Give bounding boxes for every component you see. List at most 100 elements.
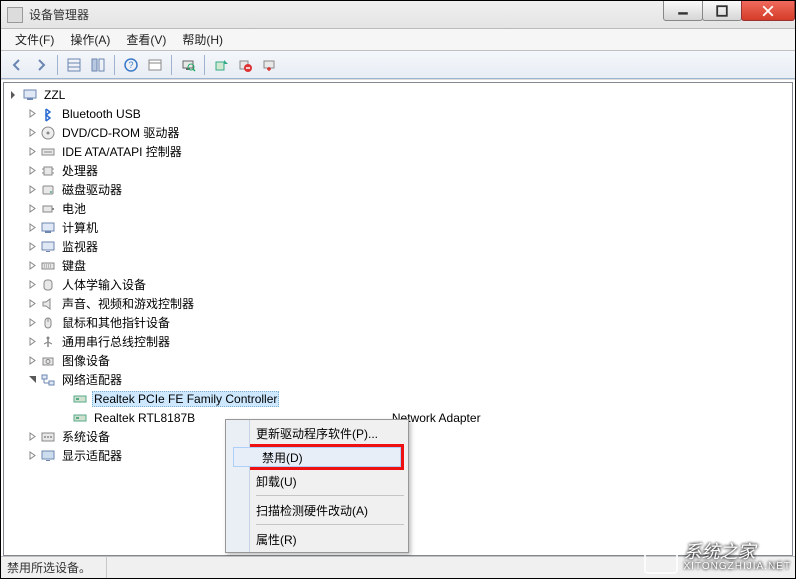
disk-icon	[40, 182, 56, 198]
titlebar: 设备管理器	[1, 1, 795, 29]
bluetooth-icon	[40, 106, 56, 122]
ctx-label: 属性(R)	[256, 531, 297, 548]
uninstall-icon[interactable]	[233, 54, 257, 76]
expand-icon[interactable]	[26, 317, 38, 329]
tree-leaf-realtek-pcie[interactable]: Realtek PCIe FE Family Controller	[8, 389, 792, 408]
ctx-properties[interactable]: 属性(R)	[228, 528, 406, 550]
ctx-update-driver[interactable]: 更新驱动程序软件(P)...	[228, 422, 406, 444]
menu-action[interactable]: 操作(A)	[62, 29, 118, 50]
node-label: 磁盘驱动器	[60, 181, 124, 198]
tree-node[interactable]: IDE ATA/ATAPI 控制器	[8, 142, 792, 161]
node-label: Bluetooth USB	[60, 107, 143, 121]
ctx-disable[interactable]: 禁用(D)	[233, 447, 401, 467]
disc-icon	[40, 125, 56, 141]
node-label: IDE ATA/ATAPI 控制器	[60, 143, 184, 160]
node-label: 键盘	[60, 257, 88, 274]
scan-hardware-icon[interactable]	[176, 54, 200, 76]
window-title: 设备管理器	[29, 6, 664, 23]
tree-node[interactable]: 声音、视频和游戏控制器	[8, 294, 792, 313]
nav-forward-button[interactable]	[29, 54, 53, 76]
node-label: DVD/CD-ROM 驱动器	[60, 124, 181, 141]
expand-icon[interactable]	[26, 203, 38, 215]
update-driver-icon[interactable]	[209, 54, 233, 76]
node-label: 鼠标和其他指针设备	[60, 314, 172, 331]
node-label: 系统设备	[60, 428, 112, 445]
maximize-button[interactable]	[702, 1, 742, 21]
help-icon[interactable]: ?	[119, 54, 143, 76]
expand-icon[interactable]	[26, 241, 38, 253]
menu-view[interactable]: 查看(V)	[118, 29, 174, 50]
nav-back-button[interactable]	[5, 54, 29, 76]
disable-icon[interactable]	[257, 54, 281, 76]
tree-root[interactable]: ZZL	[8, 85, 792, 104]
nic-icon	[72, 410, 88, 426]
node-label: 电池	[60, 200, 88, 217]
ctx-label: 卸载(U)	[256, 473, 297, 490]
computer-icon	[22, 87, 38, 103]
node-label: 人体学输入设备	[60, 276, 148, 293]
keyboard-icon	[40, 258, 56, 274]
collapse-icon[interactable]	[26, 374, 38, 386]
expand-icon[interactable]	[26, 260, 38, 272]
node-label: 处理器	[60, 162, 100, 179]
menu-file[interactable]: 文件(F)	[7, 29, 62, 50]
expand-icon[interactable]	[26, 146, 38, 158]
tree-node[interactable]: 图像设备	[8, 351, 792, 370]
display-icon	[40, 448, 56, 464]
expand-icon[interactable]	[26, 355, 38, 367]
tree-node[interactable]: 处理器	[8, 161, 792, 180]
tree-node[interactable]: DVD/CD-ROM 驱动器	[8, 123, 792, 142]
tree-node[interactable]: 通用串行总线控制器	[8, 332, 792, 351]
ide-icon	[40, 144, 56, 160]
tree-node[interactable]: 监视器	[8, 237, 792, 256]
view-detail-icon[interactable]	[86, 54, 110, 76]
node-label: 图像设备	[60, 352, 112, 369]
svg-text:?: ?	[128, 60, 133, 70]
statusbar: 禁用所选设备。	[1, 556, 795, 578]
expand-icon[interactable]	[26, 450, 38, 462]
network-icon	[40, 372, 56, 388]
ctx-label: 扫描检测硬件改动(A)	[256, 502, 368, 519]
node-label: 监视器	[60, 238, 100, 255]
system-icon	[40, 429, 56, 445]
close-button[interactable]	[741, 1, 795, 21]
view-list-icon[interactable]	[62, 54, 86, 76]
tree-node[interactable]: 磁盘驱动器	[8, 180, 792, 199]
ctx-label: 禁用(D)	[262, 449, 303, 466]
expand-icon[interactable]	[26, 279, 38, 291]
ctx-label: 更新驱动程序软件(P)...	[256, 425, 378, 442]
expand-icon[interactable]	[26, 431, 38, 443]
ctx-scan-hardware[interactable]: 扫描检测硬件改动(A)	[228, 499, 406, 521]
toolbar: ?	[1, 51, 795, 79]
node-label: 声音、视频和游戏控制器	[60, 295, 196, 312]
expand-icon[interactable]	[26, 298, 38, 310]
tree-node[interactable]: 键盘	[8, 256, 792, 275]
tree-node[interactable]: 电池	[8, 199, 792, 218]
minimize-button[interactable]	[663, 1, 703, 21]
tree-node[interactable]: Bluetooth USB	[8, 104, 792, 123]
expand-icon[interactable]	[26, 222, 38, 234]
battery-icon	[40, 201, 56, 217]
expand-icon[interactable]	[8, 89, 20, 101]
expand-icon[interactable]	[26, 127, 38, 139]
expand-icon[interactable]	[26, 184, 38, 196]
tree-node[interactable]: 人体学输入设备	[8, 275, 792, 294]
hid-icon	[40, 277, 56, 293]
node-label: 计算机	[60, 219, 100, 236]
expand-icon[interactable]	[26, 165, 38, 177]
tree-node[interactable]: 计算机	[8, 218, 792, 237]
tree-node-network[interactable]: 网络适配器	[8, 370, 792, 389]
properties-icon[interactable]	[143, 54, 167, 76]
expand-icon[interactable]	[26, 336, 38, 348]
cpu-icon	[40, 163, 56, 179]
ctx-uninstall[interactable]: 卸载(U)	[228, 470, 406, 492]
nic-icon	[72, 391, 88, 407]
expand-icon[interactable]	[26, 108, 38, 120]
menu-help[interactable]: 帮助(H)	[174, 29, 231, 50]
app-icon	[7, 7, 23, 23]
tree-node[interactable]: 鼠标和其他指针设备	[8, 313, 792, 332]
sound-icon	[40, 296, 56, 312]
tree-root-label: ZZL	[42, 88, 67, 102]
camera-icon	[40, 353, 56, 369]
status-text: 禁用所选设备。	[7, 557, 107, 578]
